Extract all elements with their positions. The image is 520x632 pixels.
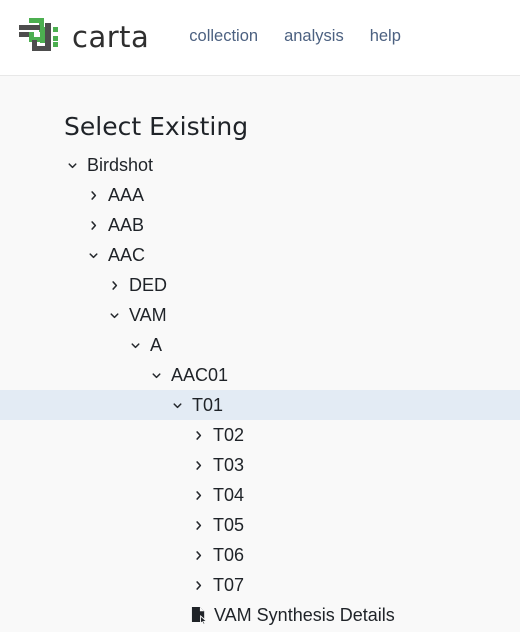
chevron-right-icon[interactable] <box>190 457 206 473</box>
tree-node-label: VAM <box>129 305 167 325</box>
nav-link-help[interactable]: help <box>370 28 401 45</box>
tree-node-label: AAA <box>108 185 145 205</box>
tree-node-birdshot[interactable]: Birdshot <box>0 150 520 180</box>
chevron-right-icon[interactable] <box>190 487 206 503</box>
chevron-right-icon[interactable] <box>190 517 206 533</box>
app-header: carta collection analysis help <box>0 0 520 76</box>
carta-logo-icon <box>18 16 62 60</box>
tree-node-label: T04 <box>213 485 245 505</box>
chevron-right-icon[interactable] <box>190 577 206 593</box>
tree-node-t03[interactable]: T03 <box>0 450 520 480</box>
chevron-down-icon[interactable] <box>169 397 185 413</box>
file-document-icon <box>190 606 207 625</box>
tree-node-aac01[interactable]: AAC01 <box>0 360 520 390</box>
page-title: Select Existing <box>64 112 249 141</box>
nav-link-analysis[interactable]: analysis <box>284 28 344 45</box>
chevron-right-icon[interactable] <box>190 547 206 563</box>
nav-link-collection[interactable]: collection <box>189 28 258 45</box>
tree-node-label: DED <box>129 275 168 295</box>
main-nav: collection analysis help <box>189 28 401 47</box>
tree-node-label: Birdshot <box>87 155 154 175</box>
chevron-down-icon[interactable] <box>85 247 101 263</box>
chevron-right-icon[interactable] <box>85 217 101 233</box>
tree-node-label: AAC <box>108 245 146 265</box>
tree-node-label: T05 <box>213 515 245 535</box>
tree-node-a[interactable]: A <box>0 330 520 360</box>
tree-node-label: A <box>150 335 163 355</box>
tree-node-label: T06 <box>213 545 245 565</box>
tree-node-label: T07 <box>213 575 245 595</box>
tree-node-t02[interactable]: T02 <box>0 420 520 450</box>
chevron-right-icon[interactable] <box>85 187 101 203</box>
tree-node-t07[interactable]: T07 <box>0 570 520 600</box>
tree-node-label: AAC01 <box>171 365 229 385</box>
tree-node-aac[interactable]: AAC <box>0 240 520 270</box>
chevron-down-icon[interactable] <box>127 337 143 353</box>
chevron-down-icon[interactable] <box>106 307 122 323</box>
tree-node-vam[interactable]: VAM <box>0 300 520 330</box>
tree-node-label: T01 <box>192 395 224 415</box>
tree-node-label: AAB <box>108 215 145 235</box>
tree-node-label: T02 <box>213 425 245 445</box>
tree-node-ded[interactable]: DED <box>0 270 520 300</box>
tree-node-t05[interactable]: T05 <box>0 510 520 540</box>
chevron-down-icon[interactable] <box>148 367 164 383</box>
chevron-right-icon[interactable] <box>190 427 206 443</box>
tree-node-label: T03 <box>213 455 245 475</box>
tree-node-t04[interactable]: T04 <box>0 480 520 510</box>
chevron-down-icon[interactable] <box>64 157 80 173</box>
chevron-right-icon[interactable] <box>106 277 122 293</box>
main-content: Select Existing Birdshot AAA AAB AAC DED VAM A… <box>0 76 520 630</box>
tree-node-aab[interactable]: AAB <box>0 210 520 240</box>
brand[interactable]: carta <box>18 16 149 60</box>
brand-wordmark: carta <box>72 20 150 54</box>
existing-collection-tree: Birdshot AAA AAB AAC DED VAM A AAC01 T01 T02 T03 T0… <box>0 150 520 630</box>
tree-node-t06[interactable]: T06 <box>0 540 520 570</box>
tree-node-label: VAM Synthesis Details <box>214 605 395 625</box>
tree-node-aaa[interactable]: AAA <box>0 180 520 210</box>
tree-node-t01[interactable]: T01 <box>0 390 520 420</box>
tree-node-vam-synthesis-details[interactable]: VAM Synthesis Details <box>0 600 520 630</box>
